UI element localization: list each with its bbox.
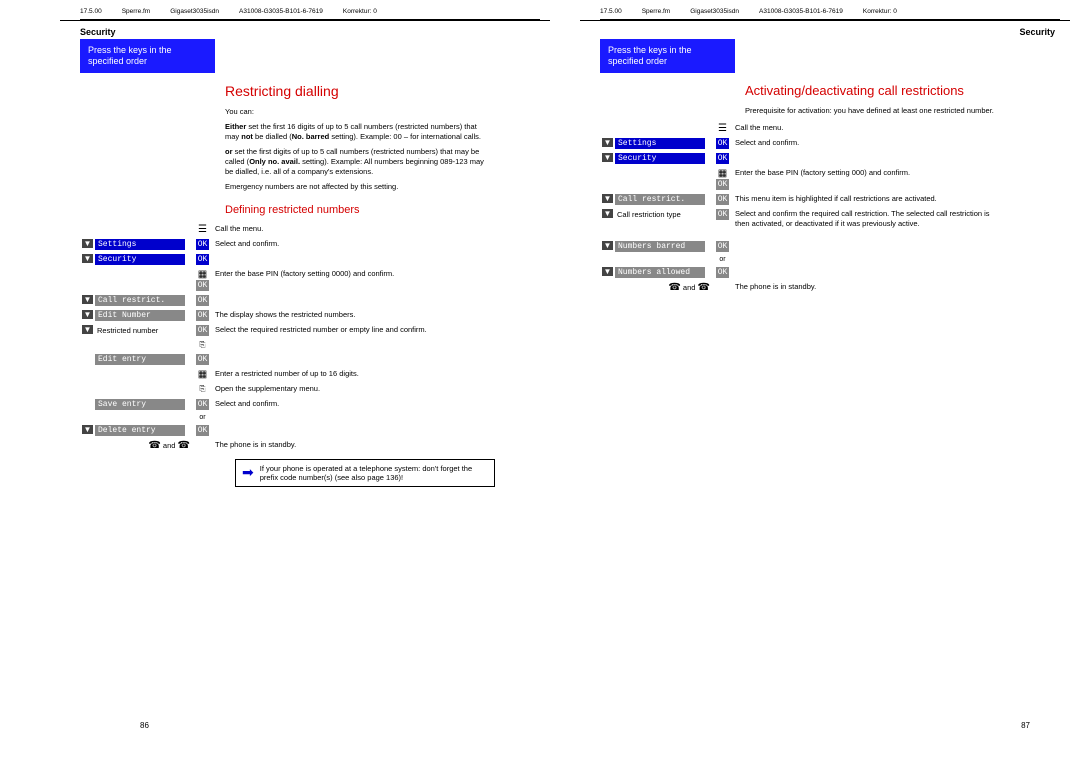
arrow-down-icon: ▼ [82, 239, 94, 248]
arrow-down-icon: ▼ [82, 310, 94, 319]
subheading: Defining restricted numbers [225, 204, 535, 216]
menu-settings: Settings [95, 239, 185, 250]
menu-delete-entry: Delete entry [95, 425, 185, 436]
arrow-down-icon: ▼ [82, 295, 94, 304]
meta-date: 17.5.00 [80, 8, 102, 15]
arrow-down-icon: ▼ [602, 138, 614, 147]
ok-button: OK [196, 399, 210, 410]
ok-button: OK [716, 209, 730, 220]
ok-button: OK [196, 295, 210, 306]
supp-menu-icon: ⎘ [200, 384, 206, 393]
ok-button: OK [196, 425, 210, 436]
page-number: 87 [1021, 721, 1030, 730]
menu-call-restrict: Call restrict. [615, 194, 705, 205]
steps-table-right: ☰Call the menu. ▼SettingsOKSelect and co… [600, 121, 995, 295]
para2: or set the first digits of up to 5 call … [225, 147, 490, 177]
arrow-down-icon: ▼ [602, 267, 614, 276]
keypad-icon: ▦ [198, 369, 207, 380]
section-header: Security [60, 20, 550, 39]
note-arrow-icon: ➡ [242, 464, 254, 482]
menu-call-restrict: Call restrict. [95, 295, 185, 306]
arrow-down-icon: ▼ [602, 209, 614, 218]
menu-call-restriction-type: Call restriction type [615, 209, 705, 220]
keypad-icon: ▦ [718, 168, 727, 179]
ok-button: OK [716, 153, 730, 164]
arrow-down-icon: ▼ [82, 254, 94, 263]
page-title: Activating/deactivating call restriction… [745, 83, 1055, 98]
page-left: 17.5.00 Sperre.fm Gigaset3035isdn A31008… [60, 0, 550, 760]
meta-row: 17.5.00 Sperre.fm Gigaset3035isdn A31008… [580, 0, 1070, 19]
ok-button: OK [196, 254, 210, 265]
arrow-down-icon: ▼ [602, 241, 614, 250]
menu-edit-number: Edit Number [95, 310, 185, 321]
menu-edit-entry: Edit entry [95, 354, 185, 365]
intro: You can: [225, 107, 490, 117]
steps-table-left: ☰Call the menu. ▼SettingsOKSelect and co… [80, 222, 427, 452]
handset-up-icon: ☎ [178, 440, 190, 451]
menu-icon: ☰ [198, 224, 207, 235]
ok-button: OK [716, 194, 730, 205]
meta-row: 17.5.00 Sperre.fm Gigaset3035isdn A31008… [60, 0, 550, 19]
instruction-banner: Press the keys in the specified order [80, 39, 215, 73]
para3: Emergency numbers are not affected by th… [225, 182, 490, 192]
meta-doc: A31008-G3035-B101-6-7619 [239, 8, 323, 15]
section-header: Security [580, 20, 1070, 39]
menu-restricted-number: Restricted number [95, 325, 185, 336]
menu-security: Security [95, 254, 185, 265]
prereq: Prerequisite for activation: you have de… [745, 106, 1010, 116]
handset-up-icon: ☎ [698, 282, 710, 293]
arrow-down-icon: ▼ [602, 194, 614, 203]
ok-button: OK [716, 138, 730, 149]
para1: Either set the first 16 digits of up to … [225, 122, 490, 142]
arrow-down-icon: ▼ [602, 153, 614, 162]
ok-button: OK [196, 310, 210, 321]
ok-button: OK [716, 267, 730, 278]
note-box: ➡ If your phone is operated at a telepho… [235, 459, 495, 487]
arrow-down-icon: ▼ [82, 325, 94, 334]
page-right: 17.5.00 Sperre.fm Gigaset3035isdn A31008… [580, 0, 1070, 760]
menu-numbers-allowed: Numbers allowed [615, 267, 705, 278]
menu-settings: Settings [615, 138, 705, 149]
page-number: 86 [140, 721, 149, 730]
menu-save-entry: Save entry [95, 399, 185, 410]
menu-security: Security [615, 153, 705, 164]
menu-numbers-barred: Numbers barred [615, 241, 705, 252]
keypad-icon: ▦ [198, 269, 207, 280]
meta-product: Gigaset3035isdn [170, 8, 219, 15]
ok-button: OK [196, 325, 210, 336]
handset-down-icon: ☎ [668, 282, 680, 293]
arrow-down-icon: ▼ [82, 425, 94, 434]
ok-button: OK [196, 239, 210, 250]
instruction-banner: Press the keys in the specified order [600, 39, 735, 73]
handset-down-icon: ☎ [148, 440, 160, 451]
supp-menu-icon: ⎘ [200, 340, 206, 349]
menu-icon: ☰ [718, 123, 727, 134]
ok-button: OK [716, 241, 730, 252]
page-title: Restricting dialling [225, 83, 535, 99]
meta-korr: Korrektur: 0 [343, 8, 377, 15]
meta-file: Sperre.fm [122, 8, 151, 15]
ok-button: OK [196, 354, 210, 365]
